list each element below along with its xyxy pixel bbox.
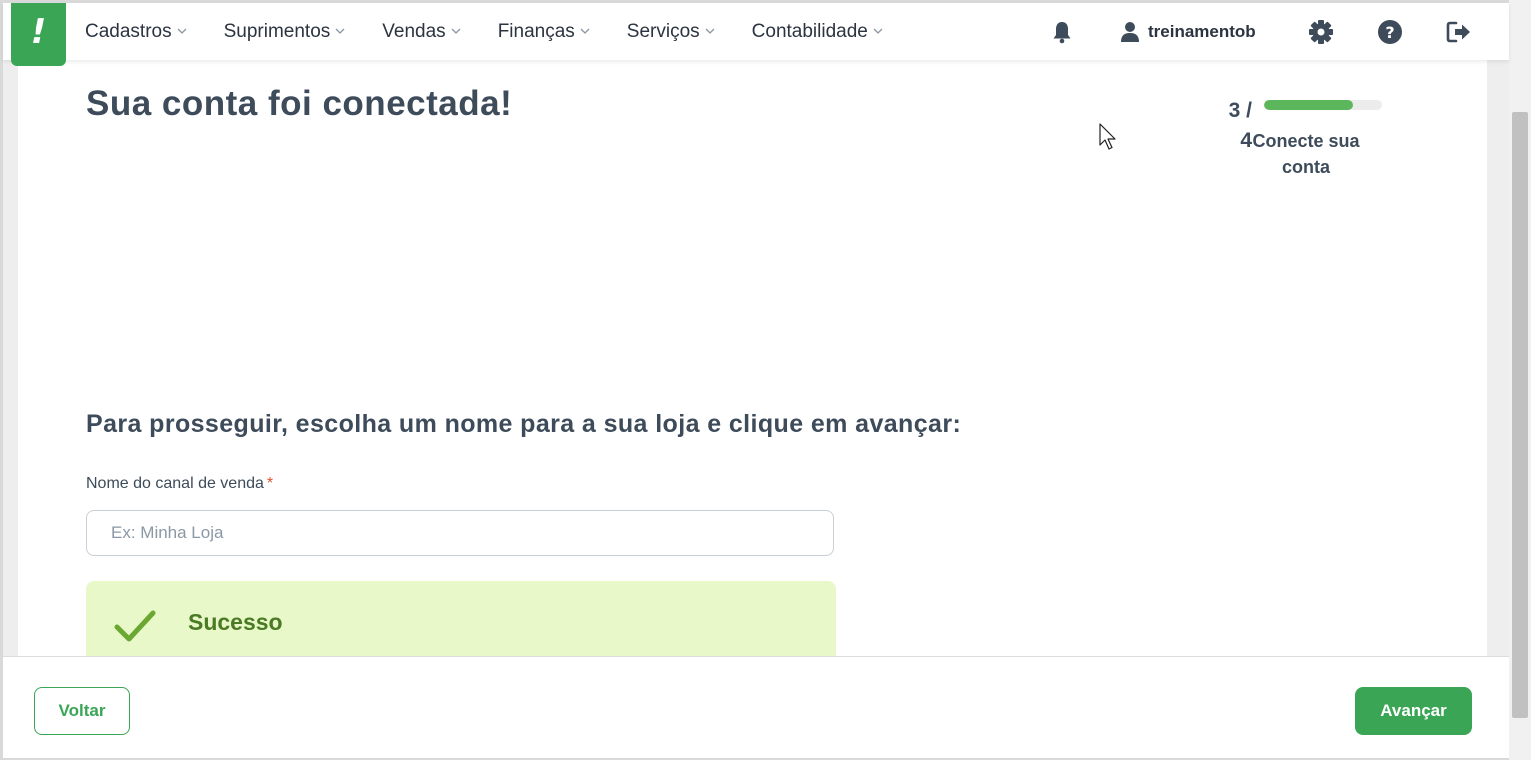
nav-vendas[interactable]: Vendas	[382, 21, 461, 43]
alert-title: Sucesso	[188, 609, 283, 635]
page-title: Sua conta foi conectada!	[86, 84, 513, 123]
scrollbar-thumb[interactable]	[1512, 112, 1528, 718]
chevron-down-icon	[580, 28, 590, 34]
nav-financas[interactable]: Finanças	[498, 21, 591, 43]
vertical-scrollbar[interactable]	[1509, 0, 1531, 760]
store-name-input[interactable]	[86, 510, 834, 556]
instruction-heading: Para prosseguir, escolha um nome para a …	[86, 410, 962, 438]
back-button[interactable]: Voltar	[34, 687, 130, 735]
wizard-progress: 3 / 4 Conecte sua conta	[1218, 96, 1388, 186]
username: treinamentob	[1148, 22, 1256, 41]
wizard-footer: Voltar Avançar	[3, 656, 1509, 758]
mouse-cursor-icon	[1099, 123, 1116, 150]
main-nav: Cadastros Suprimentos Vendas Finanças Se…	[85, 3, 920, 60]
nav-cadastros[interactable]: Cadastros	[85, 21, 188, 43]
chevron-down-icon	[177, 28, 187, 34]
checkmark-icon	[114, 610, 156, 642]
logout-icon[interactable]	[1444, 17, 1474, 47]
nav-contabilidade-label: Contabilidade	[751, 20, 868, 42]
nav-cadastros-label: Cadastros	[85, 20, 172, 42]
success-alert: Sucesso	[86, 581, 836, 661]
gear-icon[interactable]	[1306, 17, 1336, 47]
nav-servicos-label: Serviços	[626, 20, 700, 42]
progress-bar	[1264, 100, 1382, 110]
top-navbar: ! Cadastros Suprimentos Vendas Finanças …	[3, 3, 1509, 66]
nav-vendas-label: Vendas	[382, 20, 446, 42]
main-content: Sua conta foi conectada! 3 / 4 Conecte s…	[18, 60, 1487, 661]
svg-text:?: ?	[1385, 23, 1394, 42]
store-name-label: Nome do canal de venda *	[86, 475, 273, 493]
help-icon[interactable]: ?	[1375, 17, 1405, 47]
store-name-label-text: Nome do canal de venda	[86, 475, 264, 492]
bell-icon[interactable]	[1047, 17, 1077, 47]
nav-suprimentos-label: Suprimentos	[223, 20, 331, 42]
chevron-down-icon	[335, 28, 345, 34]
required-mark: *	[266, 475, 274, 492]
nav-financas-label: Finanças	[497, 20, 575, 42]
nav-servicos[interactable]: Serviços	[627, 21, 716, 43]
chevron-down-icon	[705, 28, 715, 34]
chevron-down-icon	[873, 28, 883, 34]
user-icon	[1121, 22, 1139, 42]
user-menu[interactable]: treinamentob	[1120, 17, 1256, 47]
step-label: Conecte sua conta	[1252, 131, 1360, 177]
nav-suprimentos[interactable]: Suprimentos	[224, 21, 347, 43]
nav-contabilidade[interactable]: Contabilidade	[752, 21, 884, 43]
chevron-down-icon	[451, 28, 461, 34]
progress-bar-fill	[1264, 100, 1353, 110]
app-logo[interactable]: !	[11, 3, 66, 66]
next-button[interactable]: Avançar	[1355, 687, 1472, 735]
